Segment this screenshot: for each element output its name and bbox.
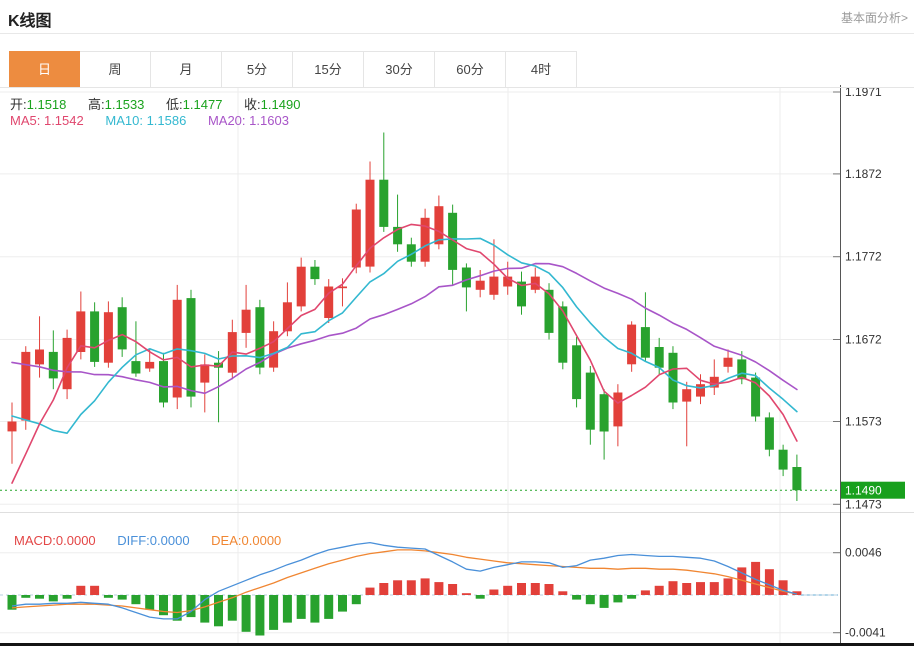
svg-text:1.1490: 1.1490: [845, 484, 882, 498]
header-divider: [0, 33, 914, 34]
tab-week[interactable]: 周: [80, 51, 151, 87]
svg-text:1.1872: 1.1872: [845, 167, 882, 181]
tab-30min[interactable]: 30分: [364, 51, 435, 87]
page-title: K线图: [8, 7, 52, 31]
tab-month[interactable]: 月: [151, 51, 222, 87]
low-label: 低:: [166, 97, 183, 112]
tab-15min[interactable]: 15分: [293, 51, 364, 87]
tab-day[interactable]: 日: [9, 51, 80, 87]
open-label: 开:: [10, 97, 27, 112]
macd-value: MACD:0.0000: [14, 533, 96, 548]
svg-text:1.1473: 1.1473: [845, 497, 882, 511]
svg-text:1.1573: 1.1573: [845, 415, 882, 429]
tab-4hour[interactable]: 4时: [506, 51, 577, 87]
bottom-border: [0, 643, 914, 646]
high-label: 高:: [88, 97, 105, 112]
svg-text:1.1772: 1.1772: [845, 250, 882, 264]
ma10-value: MA10: 1.1586: [105, 113, 186, 128]
ma20-value: MA20: 1.1603: [208, 113, 289, 128]
tab-60min[interactable]: 60分: [435, 51, 506, 87]
kline-widget: 1.19711.18721.17721.16721.15731.14730.00…: [0, 0, 914, 647]
interval-tabs: 日 周 月 5分 15分 30分 60分 4时: [9, 51, 577, 87]
diff-value: DIFF:0.0000: [117, 533, 189, 548]
fundamental-analysis-link[interactable]: 基本面分析>: [841, 9, 908, 26]
close-value: 1.1490: [261, 97, 301, 112]
ohlc-readout: 开:1.1518 高:1.1533 低:1.1477 收:1.1490: [10, 94, 318, 113]
high-value: 1.1533: [105, 97, 145, 112]
ma-readout: MA5: 1.1542 MA10: 1.1586 MA20: 1.1603: [10, 113, 307, 128]
dea-value: DEA:0.0000: [211, 533, 281, 548]
ma5-value: MA5: 1.1542: [10, 113, 84, 128]
macd-readout: MACD:0.0000 DIFF:0.0000 DEA:0.0000: [14, 533, 299, 548]
svg-text:-0.0041: -0.0041: [845, 626, 886, 640]
candles: [8, 133, 802, 502]
macd-histogram: [8, 562, 802, 636]
tabbar-bottom-border: [0, 87, 914, 88]
close-label: 收:: [244, 97, 261, 112]
svg-text:0.0046: 0.0046: [845, 546, 882, 560]
svg-text:1.1672: 1.1672: [845, 333, 882, 347]
open-value: 1.1518: [27, 97, 67, 112]
ma-lines: [12, 224, 797, 483]
low-value: 1.1477: [183, 97, 223, 112]
tab-5min[interactable]: 5分: [222, 51, 293, 87]
last-price-badge: 1.1490: [841, 482, 905, 499]
